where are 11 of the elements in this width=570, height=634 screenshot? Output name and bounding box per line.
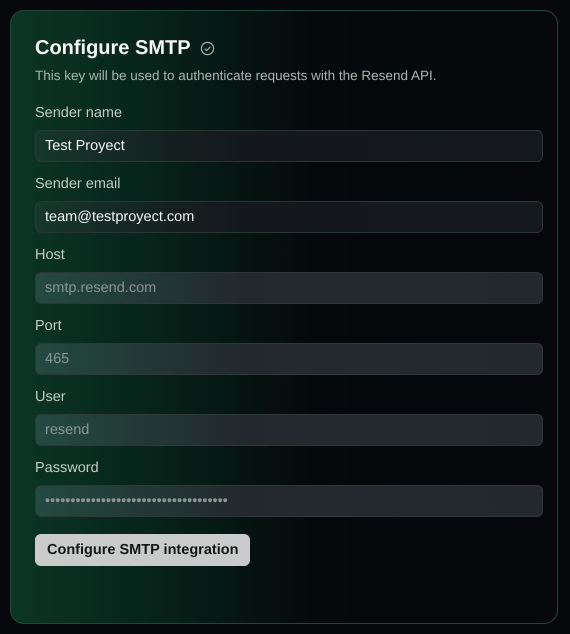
field-label: User: [35, 389, 67, 405]
input-field[interactable]: team@testproyect.com: [35, 201, 543, 233]
field-label: Port: [35, 318, 63, 334]
card-title: Configure SMTP: [35, 37, 191, 60]
field-label: Host: [35, 247, 66, 263]
card-description: This key will be used to authenticate requests with the Resend API.: [35, 68, 438, 83]
field-label: Password: [35, 460, 100, 476]
field-label: Sender name: [35, 105, 124, 121]
input-field[interactable]: Test Proyect: [35, 130, 543, 162]
field-label: Sender email: [35, 176, 122, 192]
configure-button[interactable]: Configure SMTP integration: [35, 534, 250, 566]
